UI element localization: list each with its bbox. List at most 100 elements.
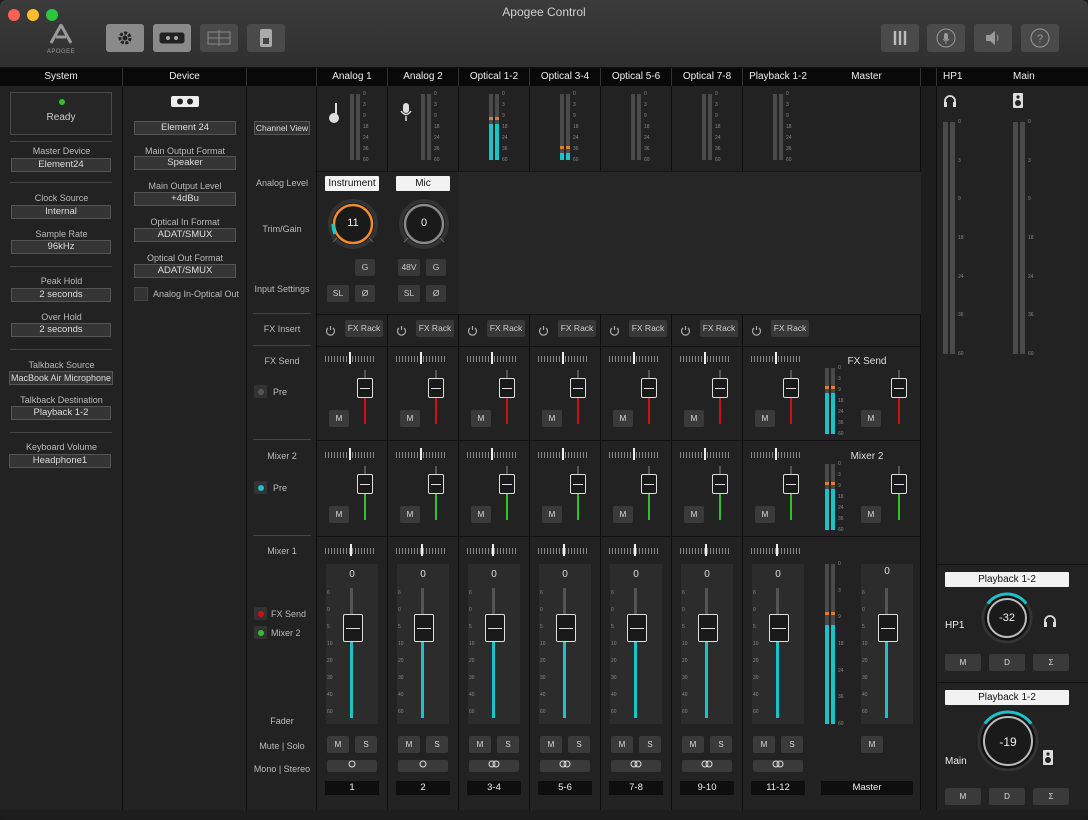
channel-3-fx-send-fader-handle[interactable] (499, 378, 515, 398)
channel-3-mixer2-pan-knob[interactable] (491, 448, 493, 460)
channel-1-fx-send-pan-knob[interactable] (349, 352, 351, 364)
solo-button[interactable]: S (426, 736, 448, 753)
fx-insert-power-icon[interactable] (609, 323, 620, 341)
fx-rack-button[interactable]: FX Rack (629, 320, 667, 337)
analog-in-optical-out-checkbox[interactable] (134, 287, 148, 301)
talkback-destination-select[interactable]: Playback 1-2 (11, 406, 111, 420)
channel-4-fx-send-pan-knob[interactable] (562, 352, 564, 364)
mixer1-fader-handle[interactable] (556, 614, 576, 642)
channel-6-mixer2-pan-knob[interactable] (704, 448, 706, 460)
peak-hold-select[interactable]: 2 seconds (11, 288, 111, 302)
channel-6-fx-send-pan-knob[interactable] (704, 352, 706, 364)
channel-4-mixer2-pan-knob[interactable] (562, 448, 564, 460)
mute-button[interactable]: M (398, 736, 420, 753)
fx-send-visibility-toggle[interactable] (254, 607, 267, 620)
over-hold-select[interactable]: 2 seconds (11, 323, 111, 337)
mixer1-fader-handle[interactable] (485, 614, 505, 642)
channel-5-fx-send-fader-handle[interactable] (641, 378, 657, 398)
hp1-dim-button[interactable]: D (989, 654, 1025, 671)
hp1-sum-button[interactable]: Σ (1033, 654, 1069, 671)
channel-6-fx-send-mute-button[interactable]: M (684, 410, 704, 427)
hp1-source-select[interactable]: Playback 1-2 (945, 572, 1069, 587)
channel-4-mixer2-fader-handle[interactable] (570, 474, 586, 494)
channel-7-mixer2-mute-button[interactable]: M (755, 506, 775, 523)
main-source-select[interactable]: Playback 1-2 (945, 690, 1069, 705)
mute-button[interactable]: M (540, 736, 562, 753)
channel-2-mixer2-pan-knob[interactable] (420, 448, 422, 460)
mixer1-fader-handle[interactable] (343, 614, 363, 642)
channel-6-mixer2-mute-button[interactable]: M (684, 506, 704, 523)
channel-3-mixer2-mute-button[interactable]: M (471, 506, 491, 523)
master-mixer2-fader-handle[interactable] (891, 474, 907, 494)
channel-6-fx-send-fader-handle[interactable] (712, 378, 728, 398)
main-dim-button[interactable]: D (989, 788, 1025, 805)
channel-2-mixer2-mute-button[interactable]: M (400, 506, 420, 523)
fx-insert-power-icon[interactable] (325, 323, 336, 341)
analog-level-select[interactable]: Mic (396, 176, 450, 191)
phantom-power-button[interactable]: 48V (398, 259, 420, 276)
optical-out-format-select[interactable]: ADAT/SMUX (134, 264, 236, 278)
channel-3-fx-send-pan-knob[interactable] (491, 352, 493, 364)
group-button[interactable]: G (355, 259, 375, 276)
mixer1-fader-handle[interactable] (769, 614, 789, 642)
solo-button[interactable]: S (639, 736, 661, 753)
clock-source-select[interactable]: Internal (11, 205, 111, 219)
soft-limit-button[interactable]: SL (327, 285, 349, 302)
channel-1-mixer2-pan-knob[interactable] (349, 448, 351, 460)
fx-insert-power-icon[interactable] (751, 323, 762, 341)
channel-5-fx-send-pan-knob[interactable] (633, 352, 635, 364)
solo-button[interactable]: S (568, 736, 590, 753)
channel-6-mixer2-fader-handle[interactable] (712, 474, 728, 494)
channel-2-fx-send-fader-handle[interactable] (428, 378, 444, 398)
mixer1-fader-handle[interactable] (627, 614, 647, 642)
mixer1-pan-knob[interactable] (705, 544, 707, 556)
help-button[interactable]: ? (1021, 24, 1059, 52)
solo-button[interactable]: S (781, 736, 803, 753)
soft-limit-button[interactable]: SL (398, 285, 420, 302)
channel-4-fx-send-mute-button[interactable]: M (542, 410, 562, 427)
channel-1-fx-send-fader-handle[interactable] (357, 378, 373, 398)
master-mute-button[interactable]: M (861, 736, 883, 753)
channel-2-fx-send-mute-button[interactable]: M (400, 410, 420, 427)
mixer1-fader-handle[interactable] (414, 614, 434, 642)
mixer1-pan-knob[interactable] (350, 544, 352, 556)
channel-4-mixer2-mute-button[interactable]: M (542, 506, 562, 523)
channel-3-fx-send-mute-button[interactable]: M (471, 410, 491, 427)
remote-button[interactable] (247, 24, 285, 52)
fx-rack-button[interactable]: FX Rack (558, 320, 596, 337)
master-fx-send-mute-button[interactable]: M (861, 410, 881, 427)
channel-7-fx-send-pan-knob[interactable] (775, 352, 777, 364)
settings-button[interactable] (106, 24, 144, 52)
channel-7-mixer2-pan-knob[interactable] (775, 448, 777, 460)
channel-5-mixer2-mute-button[interactable]: M (613, 506, 633, 523)
mute-button[interactable]: M (682, 736, 704, 753)
main-mute-button[interactable]: M (945, 788, 981, 805)
optical-in-format-select[interactable]: ADAT/SMUX (134, 228, 236, 242)
channel-5-mixer2-pan-knob[interactable] (633, 448, 635, 460)
channel-5-fx-send-mute-button[interactable]: M (613, 410, 633, 427)
master-fader-handle[interactable] (878, 614, 898, 642)
fx-insert-power-icon[interactable] (680, 323, 691, 341)
analog-level-select[interactable]: Instrument (325, 176, 379, 191)
mixer1-pan-knob[interactable] (492, 544, 494, 556)
mono-button[interactable] (327, 760, 377, 772)
channel-4-fx-send-fader-handle[interactable] (570, 378, 586, 398)
fx-rack-button[interactable]: FX Rack (700, 320, 738, 337)
fx-insert-power-icon[interactable] (467, 323, 478, 341)
stereo-link-button[interactable] (540, 760, 590, 772)
mono-button[interactable] (398, 760, 448, 772)
mixer2-pre-toggle[interactable] (254, 481, 267, 494)
group-button[interactable]: G (426, 259, 446, 276)
channel-2-fx-send-pan-knob[interactable] (420, 352, 422, 364)
sample-rate-select[interactable]: 96kHz (11, 240, 111, 254)
stereo-link-button[interactable] (611, 760, 661, 772)
device-button[interactable] (153, 24, 191, 52)
channel-7-fx-send-mute-button[interactable]: M (755, 410, 775, 427)
fx-rack-button[interactable]: FX Rack (771, 320, 809, 337)
mixer1-pan-knob[interactable] (634, 544, 636, 556)
mute-button[interactable]: M (469, 736, 491, 753)
talkback-button[interactable] (927, 24, 965, 52)
channel-1-mixer2-fader-handle[interactable] (357, 474, 373, 494)
fx-rack-button[interactable]: FX Rack (416, 320, 454, 337)
fx-send-pre-toggle[interactable] (254, 385, 267, 398)
